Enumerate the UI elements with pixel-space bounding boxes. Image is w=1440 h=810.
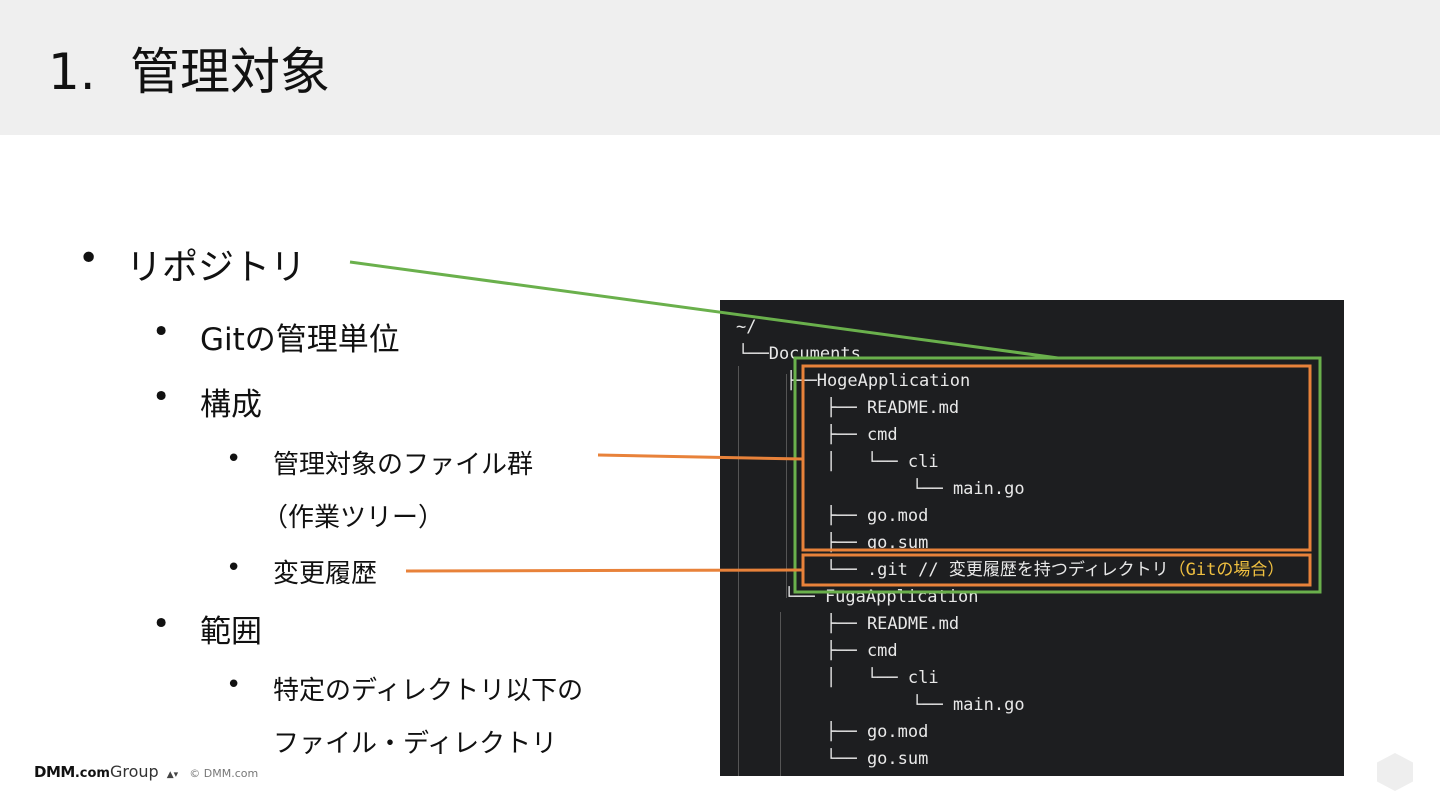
working-tree-highlight-box <box>801 364 1312 552</box>
history-highlight-box <box>801 553 1312 587</box>
repository-highlight-box <box>793 356 1322 594</box>
annotation-overlay <box>349 260 1322 594</box>
working-tree-connector-line <box>597 453 804 461</box>
dmm-logo-group: Group <box>109 762 159 781</box>
dmm-logo-com: .com <box>74 766 110 781</box>
history-connector-line <box>405 568 804 573</box>
copyright-text: © DMM.com <box>189 767 259 780</box>
footer: DMM.comGroup ▲▾ © DMM.com <box>34 762 259 781</box>
hexagon-icon <box>1377 753 1413 791</box>
repository-connector-line <box>349 260 1059 360</box>
logo-mark-icon: ▲▾ <box>166 770 179 780</box>
dmm-logo: DMM <box>34 763 75 781</box>
